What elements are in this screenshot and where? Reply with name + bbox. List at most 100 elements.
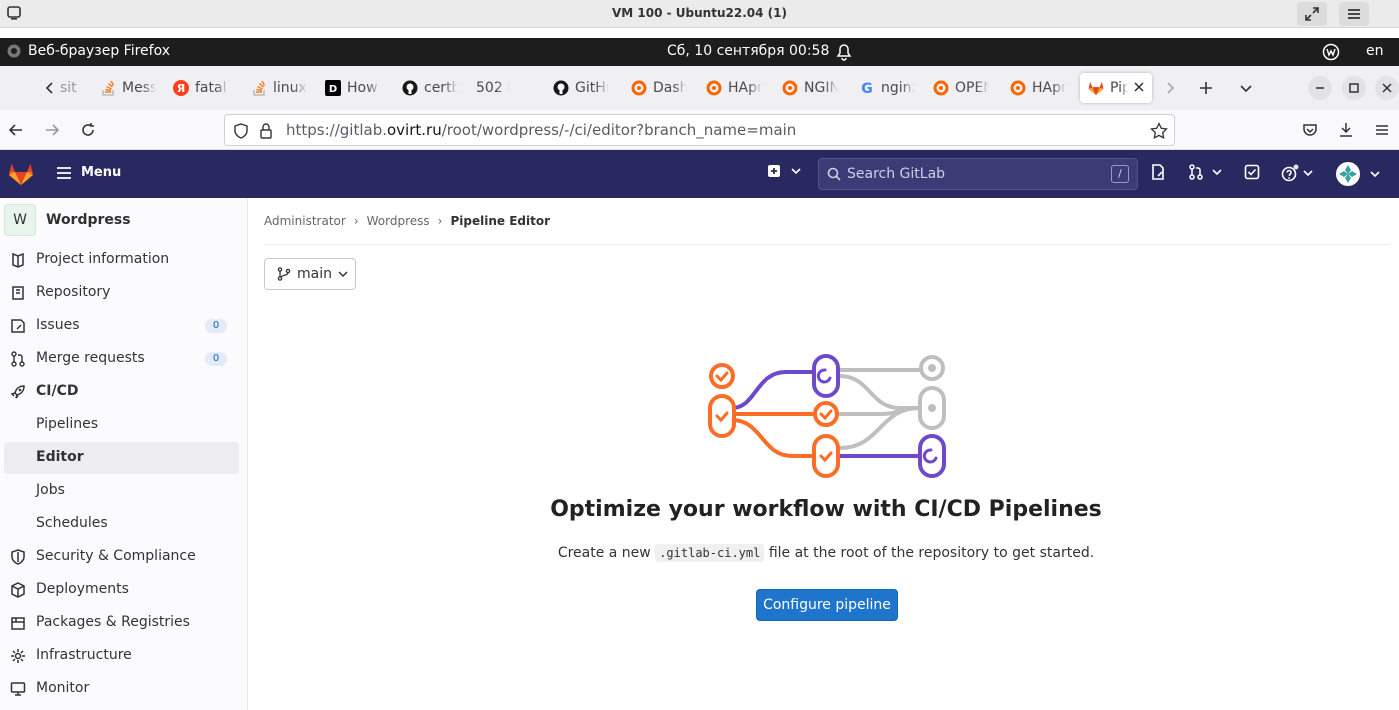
url-prefix: https://gitlab. bbox=[286, 121, 387, 139]
pipelines-illustration bbox=[708, 354, 946, 478]
shield-tracking-icon[interactable] bbox=[233, 123, 249, 139]
sidebar-item-security-compliance[interactable]: Security & Compliance bbox=[4, 541, 239, 573]
tab-title: Mess bbox=[122, 80, 156, 96]
chevron-right-icon bbox=[1167, 82, 1175, 94]
reload-button[interactable] bbox=[76, 118, 100, 142]
downloads-button[interactable] bbox=[1334, 118, 1358, 142]
sidebar-item-label: CI/CD bbox=[36, 383, 79, 399]
close-tab-icon[interactable] bbox=[1134, 80, 1144, 96]
star-icon[interactable] bbox=[1150, 122, 1168, 140]
breadcrumb-item-administrator[interactable]: Administrator bbox=[264, 214, 346, 228]
sidebar-item-issues[interactable]: Issues 0 bbox=[4, 310, 239, 342]
sidebar-subitem-editor[interactable]: Editor bbox=[4, 442, 239, 474]
github-icon bbox=[402, 80, 418, 96]
grafana-icon bbox=[706, 80, 722, 96]
browser-tab[interactable]: Mess bbox=[100, 73, 156, 103]
list-all-tabs-button[interactable] bbox=[1234, 76, 1258, 100]
chevron-left-icon bbox=[45, 82, 53, 94]
browser-tab[interactable]: GitHu bbox=[553, 73, 609, 103]
sidebar-subitem-schedules[interactable]: Schedules bbox=[4, 508, 239, 540]
main-menu-button[interactable]: Menu bbox=[56, 165, 121, 180]
help-header-button[interactable] bbox=[1281, 164, 1313, 182]
search-icon bbox=[827, 167, 841, 181]
breadcrumb: Administrator › Wordpress › Pipeline Edi… bbox=[264, 214, 550, 228]
sidebar-item-repository[interactable]: Repository bbox=[4, 277, 239, 309]
lock-icon[interactable] bbox=[259, 123, 273, 139]
search-input[interactable]: Search GitLab / bbox=[818, 158, 1138, 190]
back-button[interactable] bbox=[4, 118, 28, 142]
sidebar-subitem-jobs[interactable]: Jobs bbox=[4, 475, 239, 507]
merge-requests-header-button[interactable] bbox=[1188, 164, 1222, 180]
browser-tab[interactable]: Pip bbox=[1080, 73, 1152, 103]
minimize-window-button[interactable] bbox=[1308, 76, 1332, 100]
branch-switcher-dropdown[interactable]: main bbox=[264, 258, 356, 290]
configure-pipeline-button[interactable]: Configure pipeline bbox=[756, 589, 898, 621]
keyboard-layout[interactable]: en bbox=[1366, 43, 1384, 59]
app-menu-button[interactable] bbox=[1370, 118, 1394, 142]
gitlab-icon bbox=[1088, 80, 1104, 96]
hamburger-icon bbox=[1348, 9, 1360, 19]
dev-icon: D bbox=[325, 80, 341, 96]
breadcrumb-item-current[interactable]: Pipeline Editor bbox=[450, 214, 550, 228]
sidebar-item-infrastructure[interactable]: Infrastructure bbox=[4, 640, 239, 672]
browser-tab[interactable]: HApr bbox=[1010, 73, 1066, 103]
issues-icon bbox=[1152, 164, 1164, 180]
issues-icon bbox=[11, 319, 25, 333]
app-name: Веб-браузер Firefox bbox=[28, 43, 171, 59]
browser-tab[interactable]: Dash bbox=[631, 73, 687, 103]
sidebar-item-ci-cd[interactable]: CI/CD bbox=[4, 376, 239, 408]
grafana-icon bbox=[782, 80, 798, 96]
bell-icon[interactable] bbox=[836, 43, 852, 61]
browser-tab[interactable]: D How bbox=[325, 73, 381, 103]
hamburger-icon bbox=[57, 166, 71, 179]
url-bar[interactable]: https://gitlab.ovirt.ru/root/wordpress/-… bbox=[224, 114, 1175, 146]
sidebar-subitem-pipelines[interactable]: Pipelines bbox=[4, 409, 239, 441]
sidebar-item-merge-requests[interactable]: Merge requests 0 bbox=[4, 343, 239, 375]
chevron-down-icon bbox=[791, 168, 801, 175]
gitlab-logo-icon[interactable] bbox=[8, 161, 34, 186]
browser-tab[interactable]: linux bbox=[251, 73, 307, 103]
project-avatar: W bbox=[4, 204, 36, 236]
issues-header-button[interactable] bbox=[1150, 164, 1166, 180]
network-icon[interactable] bbox=[1322, 43, 1340, 61]
sidebar-project-link[interactable]: W Wordpress bbox=[4, 204, 244, 236]
scroll-tabs-right-button[interactable] bbox=[1158, 76, 1182, 100]
arrow-left-icon bbox=[8, 124, 22, 136]
scroll-tabs-left-button[interactable] bbox=[38, 76, 62, 100]
browser-tab[interactable]: NGIN bbox=[782, 73, 838, 103]
browser-tab[interactable]: Яfatal bbox=[173, 73, 229, 103]
clock[interactable]: Сб, 10 сентября 00:58 bbox=[667, 43, 829, 59]
browser-tab[interactable]: OPEN bbox=[933, 73, 989, 103]
sidebar-item-label: Security & Compliance bbox=[36, 548, 196, 564]
close-window-button[interactable] bbox=[1375, 76, 1399, 100]
todos-header-button[interactable] bbox=[1244, 164, 1260, 180]
chevron-down-icon bbox=[1212, 169, 1222, 176]
browser-tab[interactable]: certb bbox=[402, 73, 458, 103]
activities-app-menu[interactable]: Веб-браузер Firefox bbox=[6, 43, 170, 59]
menu-label: Menu bbox=[81, 165, 122, 180]
empty-state-title: Optimize your workflow with CI/CD Pipeli… bbox=[550, 497, 1102, 522]
browser-tab[interactable]: sit bbox=[60, 73, 94, 103]
tab-title: GitHu bbox=[575, 80, 609, 96]
gitlab-ci-filename: .gitlab-ci.yml bbox=[655, 544, 765, 562]
new-tab-button[interactable] bbox=[1194, 76, 1218, 100]
sidebar-item-label: Deployments bbox=[36, 581, 129, 597]
browser-tab[interactable]: Gnginx bbox=[859, 73, 915, 103]
minimize-icon bbox=[1316, 87, 1324, 89]
browser-tab[interactable]: HApr bbox=[706, 73, 762, 103]
download-icon bbox=[1340, 123, 1352, 137]
sidebar-item-project-information[interactable]: Project information bbox=[4, 244, 239, 276]
pocket-button[interactable] bbox=[1298, 118, 1322, 142]
forward-button[interactable] bbox=[40, 118, 64, 142]
sidebar-item-monitor[interactable]: Monitor bbox=[4, 673, 239, 705]
breadcrumb-item-wordpress[interactable]: Wordpress bbox=[367, 214, 430, 228]
vm-menu-button[interactable] bbox=[1339, 2, 1369, 26]
sidebar-item-deployments[interactable]: Deployments bbox=[4, 574, 239, 606]
sidebar-item-packages-registries[interactable]: Packages & Registries bbox=[4, 607, 239, 639]
fullscreen-button[interactable] bbox=[1297, 2, 1327, 26]
browser-tab[interactable]: 502 Bad bbox=[476, 73, 510, 103]
maximize-window-button[interactable] bbox=[1342, 76, 1366, 100]
avatar bbox=[1336, 162, 1360, 186]
user-menu-button[interactable] bbox=[1336, 162, 1380, 186]
new-item-dropdown[interactable] bbox=[767, 164, 801, 178]
